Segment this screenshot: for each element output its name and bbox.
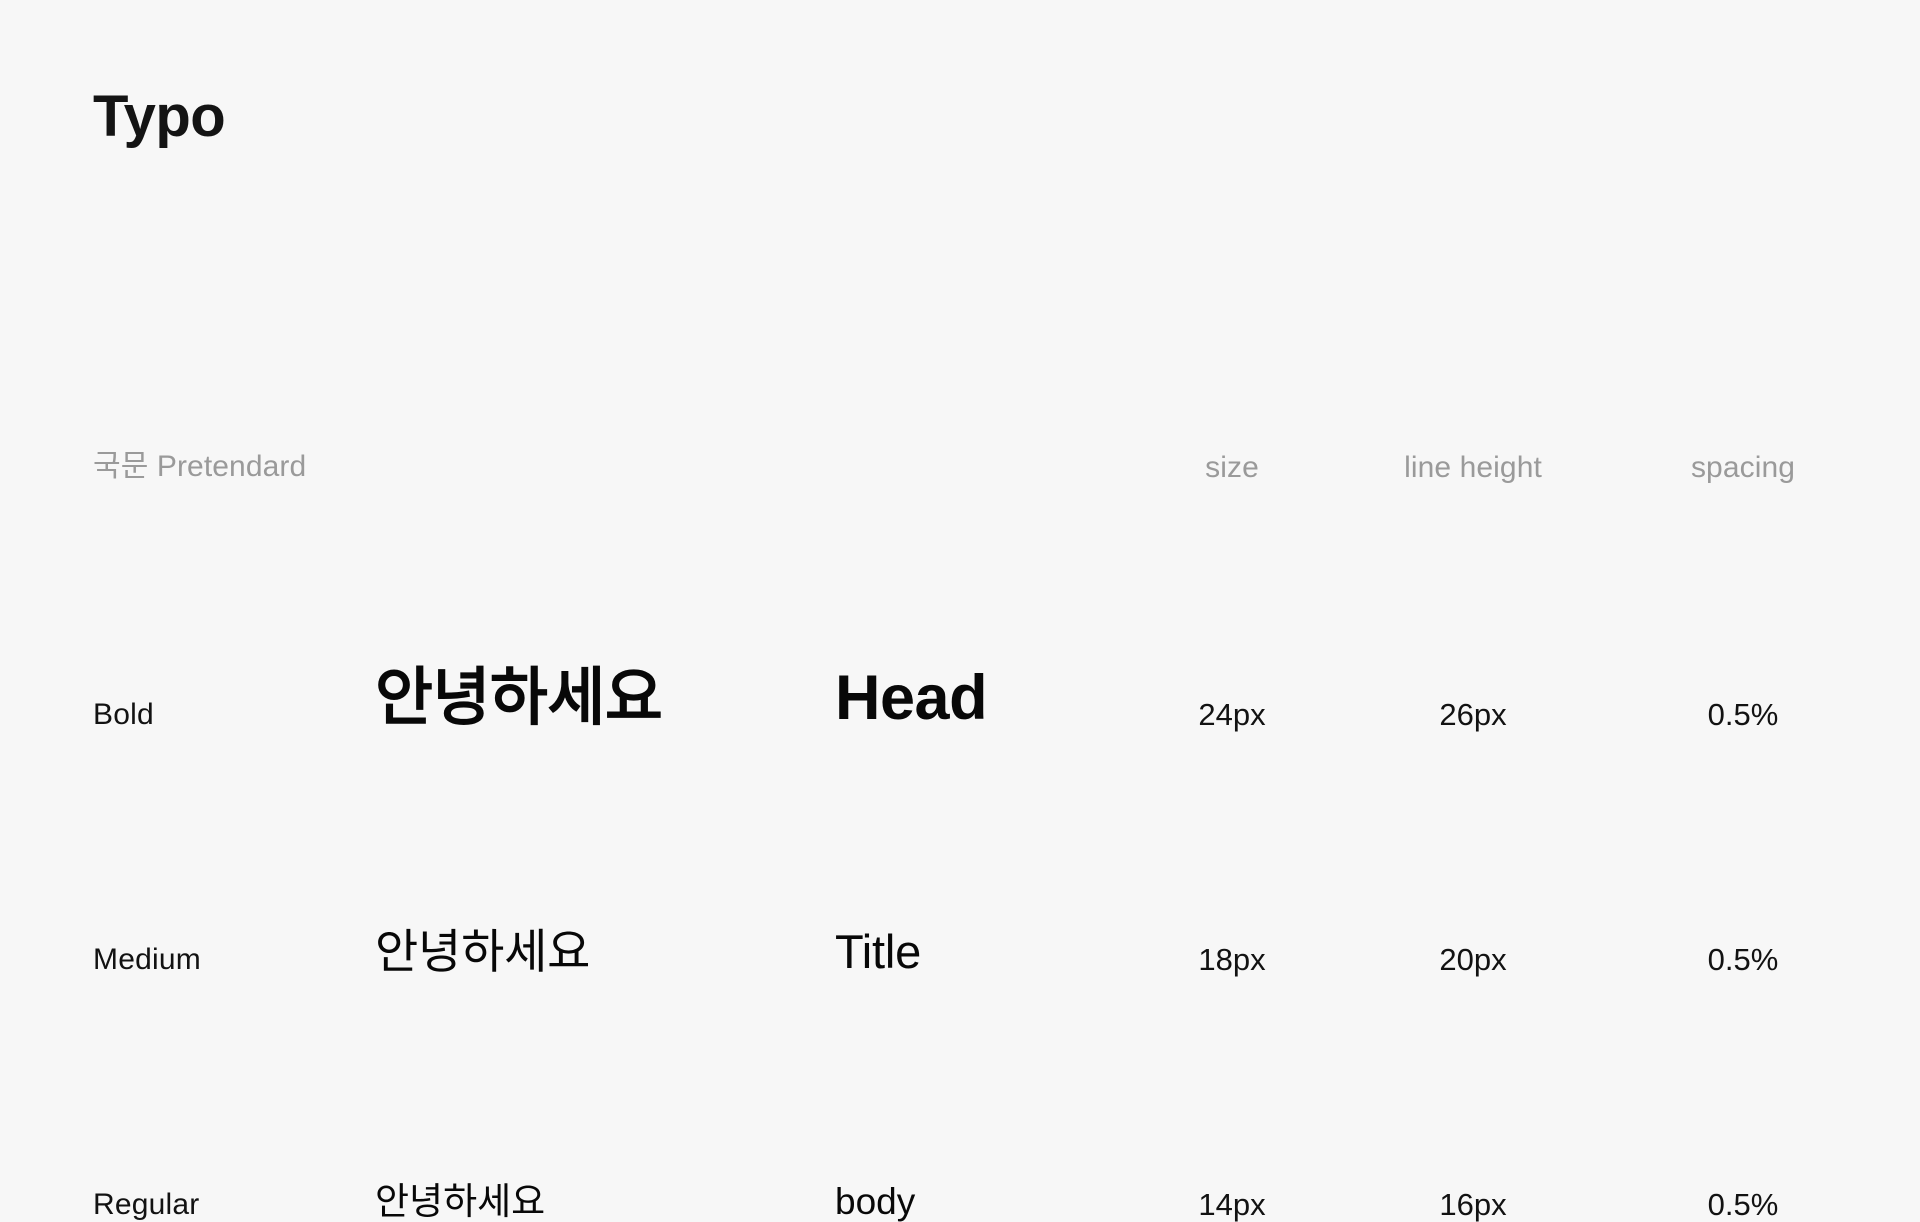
row-line-height-value: 16px [1439, 1187, 1507, 1222]
row-weight-label: Bold [93, 698, 154, 731]
table-row: Regular 안녕하세요 body 14px 16px 0.5% [0, 975, 1920, 1220]
row-sample-latin: Head [835, 663, 988, 733]
row-spacing-value: 0.5% [1707, 942, 1779, 977]
row-size-value: 24px [1198, 697, 1266, 732]
typography-specimen-page: Typo 국문 Pretendard size line height spac… [0, 0, 1920, 1221]
row-sample-latin: body [835, 1181, 916, 1222]
table-header-row: 국문 Pretendard size line height spacing [0, 270, 1920, 485]
table-row: Medium 안녕하세요 Title 18px 20px 0.5% [0, 730, 1920, 975]
column-header-size: size [1205, 451, 1259, 484]
row-size-value: 14px [1198, 1187, 1266, 1222]
column-header-line-height: line height [1404, 451, 1542, 484]
row-spacing-value: 0.5% [1707, 697, 1779, 732]
typography-table: 국문 Pretendard size line height spacing B… [0, 270, 1920, 1220]
column-header-font-family: 국문 Pretendard [93, 450, 307, 483]
row-sample-korean: 안녕하세요 [375, 1181, 546, 1222]
column-header-spacing: spacing [1690, 451, 1796, 484]
page-title: Typo [93, 84, 226, 149]
row-line-height-value: 20px [1439, 942, 1507, 977]
row-weight-label: Regular [93, 1188, 200, 1221]
row-sample-korean: 안녕하세요 [375, 925, 591, 978]
table-row: Bold 안녕하세요 Head 24px 26px 0.5% [0, 485, 1920, 733]
row-size-value: 18px [1198, 942, 1266, 977]
row-spacing-value: 0.5% [1707, 1187, 1779, 1222]
row-weight-label: Medium [93, 943, 201, 976]
row-line-height-value: 26px [1439, 697, 1507, 732]
row-sample-korean: 안녕하세요 [375, 663, 663, 733]
row-sample-latin: Title [835, 925, 922, 978]
